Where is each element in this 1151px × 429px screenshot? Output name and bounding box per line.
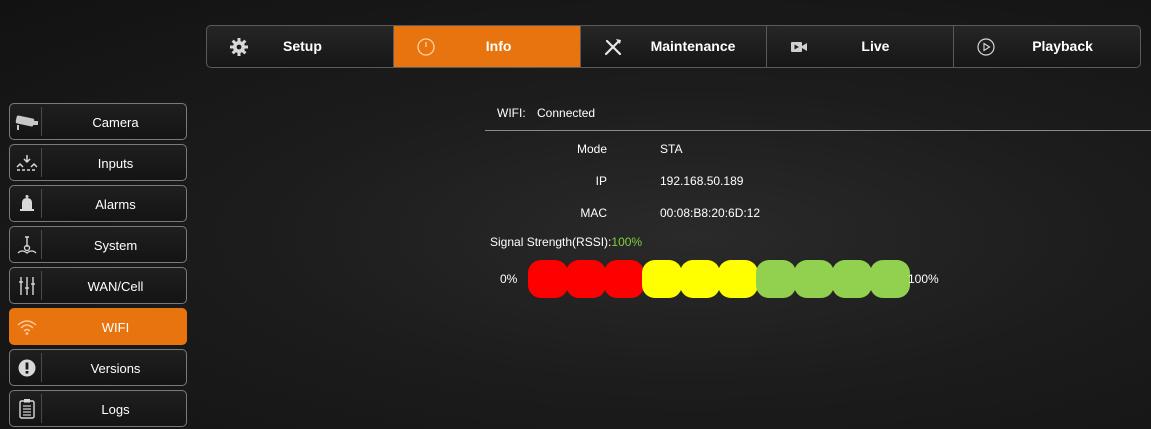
signal-meter <box>528 260 910 298</box>
signal-meter-segment <box>870 260 910 298</box>
signal-strength-text: Signal Strength(RSSI): <box>490 235 612 249</box>
sidebar-item-wifi[interactable]: WIFI <box>9 308 187 345</box>
info-clock-icon <box>417 38 435 56</box>
clipboard-icon <box>13 394 42 423</box>
tab-playback-label: Playback <box>1032 38 1093 54</box>
signal-meter-segment <box>832 260 872 298</box>
mac-label: MAC <box>580 206 607 220</box>
signal-meter-segment <box>756 260 796 298</box>
top-navigation: Setup Info Maintenance Live Playback <box>206 25 1141 68</box>
signal-meter-segment <box>718 260 758 298</box>
signal-meter-segment <box>642 260 682 298</box>
signal-strength-value: 100% <box>611 235 643 249</box>
sidebar-item-alarms-label: Alarms <box>95 197 136 212</box>
sidebar-item-inputs[interactable]: Inputs <box>9 144 187 181</box>
mode-value: STA <box>660 142 683 156</box>
signal-meter-segment <box>680 260 720 298</box>
ip-label: IP <box>595 174 607 188</box>
sidebar-item-camera[interactable]: Camera <box>9 103 187 140</box>
inputs-icon <box>13 148 42 177</box>
signal-meter-segment <box>604 260 644 298</box>
sidebar-item-wifi-label: WIFI <box>101 320 130 335</box>
mac-value: 00:08:B8:20:6D:12 <box>660 206 761 220</box>
tab-live-label: Live <box>861 38 890 54</box>
wifi-icon <box>13 312 42 341</box>
sidebar-item-inputs-label: Inputs <box>97 156 134 171</box>
tab-playback[interactable]: Playback <box>954 26 1140 67</box>
tab-live[interactable]: Live <box>767 26 955 67</box>
meter-min-label: 0% <box>500 272 518 286</box>
sidebar-item-alarms[interactable]: Alarms <box>9 185 187 222</box>
tools-icon <box>604 39 621 56</box>
wifi-title: WIFI: <box>497 106 526 120</box>
play-circle-icon <box>977 38 995 56</box>
system-icon <box>13 230 42 259</box>
wifi-status: Connected <box>537 106 596 120</box>
sidebar-item-system[interactable]: System <box>9 226 187 263</box>
bell-icon <box>13 189 42 218</box>
tab-setup-label: Setup <box>283 38 322 54</box>
sidebar-item-system-label: System <box>93 238 138 253</box>
signal-meter-segment <box>528 260 568 298</box>
tab-setup[interactable]: Setup <box>207 26 394 67</box>
sidebar-item-versions-label: Versions <box>90 361 141 376</box>
sidebar-item-camera-label: Camera <box>92 115 139 130</box>
sidebar-item-wan-cell[interactable]: WAN/Cell <box>9 267 187 304</box>
meter-max-label: 100% <box>908 272 939 286</box>
gear-icon <box>230 38 248 56</box>
tab-info[interactable]: Info <box>393 26 581 67</box>
signal-meter-segment <box>566 260 606 298</box>
video-camera-icon <box>791 42 808 52</box>
sidebar-item-logs-label: Logs <box>101 402 130 417</box>
tab-maintenance[interactable]: Maintenance <box>581 26 768 67</box>
wifi-status-header: WIFI: Connected <box>485 104 1151 131</box>
signal-meter-segment <box>794 260 834 298</box>
signal-strength-label: Signal Strength(RSSI):100% <box>490 235 642 249</box>
mode-label: Mode <box>576 142 607 156</box>
ip-value: 192.168.50.189 <box>660 174 744 188</box>
tab-maintenance-label: Maintenance <box>650 38 736 54</box>
sidebar-item-wan-cell-label: WAN/Cell <box>87 279 144 294</box>
alert-circle-icon <box>13 353 42 382</box>
sidebar-item-logs[interactable]: Logs <box>9 390 187 427</box>
sliders-icon <box>13 271 42 300</box>
sidebar: Camera Inputs Alarms System WAN/Cell WIF… <box>9 103 187 429</box>
cctv-camera-icon <box>13 107 42 136</box>
sidebar-item-versions[interactable]: Versions <box>9 349 187 386</box>
tab-info-label: Info <box>485 38 512 54</box>
